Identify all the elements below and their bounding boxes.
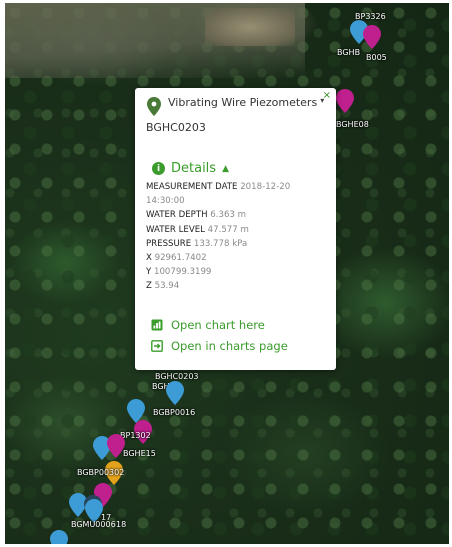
detail-label: MEASUREMENT DATE <box>146 182 238 192</box>
detail-label: Z <box>146 281 152 292</box>
layer-header[interactable]: Vibrating Wire Piezometers ▾ <box>147 96 324 116</box>
detail-row-water-depth: WATER DEPTH 6.363 m <box>146 208 331 222</box>
feature-popup: × Vibrating Wire Piezometers ▾ BGHC0203 … <box>135 88 336 370</box>
detail-row-pressure: PRESSURE 133.778 kPa <box>146 237 331 251</box>
detail-value: 100799.3199 <box>153 267 212 278</box>
detail-row-y: Y 100799.3199 <box>146 265 331 279</box>
open-in-charts-page-link[interactable]: Open in charts page <box>151 339 288 353</box>
detail-label: WATER DEPTH <box>146 210 208 221</box>
map-label: BGBP00302 <box>77 468 125 477</box>
map-label: BP3326 <box>355 12 386 21</box>
map-pin-blue[interactable] <box>50 530 68 544</box>
map-label: BGMU0006 <box>71 520 116 529</box>
clearing-area <box>205 8 295 46</box>
map-label: B005 <box>366 53 387 62</box>
map-label: BGHC0203 <box>155 372 199 381</box>
details-list: MEASUREMENT DATE 2018-12-20 14:30:00 WAT… <box>146 180 331 294</box>
map-pin-magenta[interactable] <box>336 89 354 113</box>
detail-value: 6.363 m <box>210 210 247 221</box>
detail-value: 53.94 <box>154 281 180 292</box>
open-in-charts-page-label: Open in charts page <box>171 339 288 353</box>
detail-label: X <box>146 253 152 264</box>
map-pin-magenta[interactable] <box>363 25 381 49</box>
open-chart-here-link[interactable]: Open chart here <box>151 318 265 332</box>
map-pin-blue[interactable] <box>166 381 184 405</box>
details-label: Details <box>171 161 217 176</box>
detail-row-measurement-date: MEASUREMENT DATE 2018-12-20 14:30:00 <box>146 180 331 208</box>
detail-label: WATER LEVEL <box>146 224 205 235</box>
bar-chart-icon <box>151 319 163 331</box>
detail-value: 133.778 kPa <box>193 238 248 249</box>
details-toggle[interactable]: i Details ▲ <box>152 161 229 176</box>
detail-label: Y <box>146 267 152 278</box>
detail-label: PRESSURE <box>146 238 192 249</box>
map-label: BGBP0016 <box>153 408 196 417</box>
detail-value: 47.577 m <box>207 224 249 235</box>
info-icon: i <box>152 162 165 175</box>
open-chart-here-label: Open chart here <box>171 318 265 332</box>
chevron-up-icon: ▲ <box>222 163 229 174</box>
detail-row-water-level: WATER LEVEL 47.577 m <box>146 223 331 237</box>
detail-value: 92961.7402 <box>154 253 207 264</box>
station-id: BGHC0203 <box>146 121 206 134</box>
map-label: BGHB <box>337 48 361 57</box>
detail-row-z: Z 53.94 <box>146 279 331 293</box>
layer-name: Vibrating Wire Piezometers <box>168 96 318 109</box>
map-label: BGHE08 <box>336 120 369 129</box>
map-label: BGHE15 <box>123 449 156 458</box>
chevron-down-icon[interactable]: ▾ <box>320 96 324 105</box>
map-pin-icon <box>147 97 161 116</box>
detail-row-x: X 92961.7402 <box>146 251 331 265</box>
open-external-icon <box>151 340 163 352</box>
map-label: 18 <box>116 520 127 529</box>
